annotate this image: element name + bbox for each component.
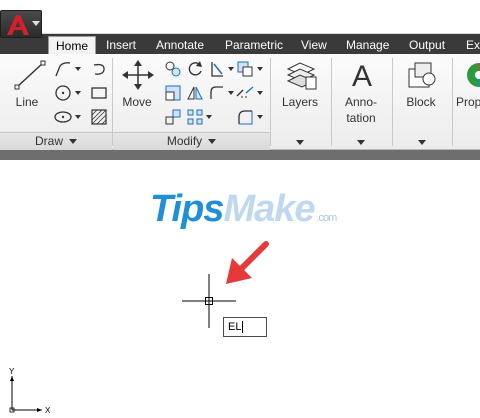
svg-text:A: A bbox=[352, 60, 372, 91]
fillet-button[interactable] bbox=[206, 82, 226, 102]
stretch-icon bbox=[165, 85, 181, 101]
chevron-down-icon[interactable] bbox=[75, 115, 81, 119]
copy-button[interactable] bbox=[162, 58, 182, 78]
rotate-button[interactable] bbox=[184, 58, 204, 78]
scale-button[interactable] bbox=[162, 106, 182, 126]
chevron-down-icon bbox=[69, 139, 77, 145]
tab-parametric[interactable]: Parametric bbox=[225, 36, 283, 54]
trim-button[interactable] bbox=[206, 58, 226, 78]
chevron-down-icon[interactable] bbox=[75, 91, 81, 95]
tab-home[interactable]: Home bbox=[48, 36, 97, 55]
chevron-down-icon[interactable] bbox=[257, 115, 263, 119]
move-tool-button[interactable] bbox=[120, 58, 154, 90]
scale-icon bbox=[165, 109, 181, 125]
chevron-down-icon[interactable] bbox=[296, 140, 304, 145]
chevron-down-icon[interactable] bbox=[75, 67, 81, 71]
explode-button[interactable] bbox=[234, 58, 254, 78]
polyline-icon bbox=[55, 62, 71, 77]
break-icon bbox=[236, 86, 254, 98]
text-a-icon: A bbox=[352, 60, 372, 91]
rectangle-icon bbox=[91, 87, 107, 99]
block-label: Block bbox=[406, 95, 436, 109]
ellipse-button[interactable] bbox=[52, 106, 72, 126]
block-button[interactable] bbox=[404, 58, 438, 90]
arc-button[interactable] bbox=[88, 58, 108, 78]
drawing-canvas[interactable]: TipsMake .com EL Y X bbox=[0, 160, 480, 418]
chevron-down-icon bbox=[32, 21, 40, 26]
circle-icon bbox=[55, 85, 71, 101]
chevron-down-icon[interactable] bbox=[257, 67, 263, 71]
block-icon bbox=[408, 62, 436, 88]
tab-annotate[interactable]: Annotate bbox=[156, 36, 204, 54]
tipsmake-watermark: TipsMake .com bbox=[150, 188, 337, 230]
tab-express[interactable]: Ex bbox=[466, 36, 480, 54]
line-tool-button[interactable] bbox=[12, 58, 46, 90]
rotate-icon bbox=[188, 61, 202, 76]
trim-icon bbox=[211, 62, 223, 77]
break-button[interactable] bbox=[234, 82, 254, 102]
line-icon bbox=[14, 60, 46, 90]
tab-view[interactable]: View bbox=[301, 36, 327, 54]
ribbon-panel-area: Line Draw Move Modify Layers A Anno- tat… bbox=[0, 54, 480, 150]
chevron-down-icon bbox=[208, 139, 217, 145]
move-tool-label: Move bbox=[122, 95, 152, 109]
ucs-x-label: X bbox=[45, 406, 51, 415]
annotation-label-line1: Anno- bbox=[344, 95, 378, 109]
properties-button[interactable] bbox=[462, 58, 480, 90]
hatch-icon bbox=[91, 109, 107, 125]
ribbon-tab-bar: Home Insert Annotate Parametric View Man… bbox=[0, 34, 480, 55]
annotation-label-line2: tation bbox=[346, 111, 376, 125]
application-menu-button[interactable] bbox=[0, 10, 42, 38]
ellipse-icon bbox=[54, 111, 72, 123]
array-icon bbox=[187, 109, 203, 125]
array-button[interactable] bbox=[184, 106, 204, 126]
blend-curve-icon bbox=[238, 110, 253, 125]
chevron-down-icon[interactable] bbox=[257, 91, 263, 95]
layers-icon bbox=[286, 62, 317, 90]
text-cursor bbox=[242, 321, 244, 334]
fillet-icon bbox=[210, 86, 223, 99]
explode-icon bbox=[237, 61, 253, 77]
chevron-down-icon[interactable] bbox=[206, 115, 212, 119]
panel-divider bbox=[270, 58, 271, 146]
layers-button[interactable] bbox=[283, 58, 317, 90]
ribbon-bottom-strip bbox=[0, 150, 480, 160]
title-bar bbox=[0, 0, 480, 34]
color-wheel-icon bbox=[467, 63, 480, 87]
ucs-y-label: Y bbox=[9, 367, 15, 376]
stretch-button[interactable] bbox=[162, 82, 182, 102]
panel-divider bbox=[392, 58, 393, 146]
tab-insert[interactable]: Insert bbox=[106, 36, 136, 54]
panel-divider bbox=[452, 58, 453, 146]
modify-panel-title[interactable]: Modify bbox=[113, 132, 270, 150]
move-arrows-icon bbox=[122, 60, 154, 90]
autocad-logo-icon bbox=[7, 15, 29, 35]
annotation-button[interactable]: A bbox=[345, 58, 377, 91]
polyline-button[interactable] bbox=[52, 58, 72, 78]
panel-divider bbox=[331, 58, 332, 146]
draw-panel-title[interactable]: Draw bbox=[0, 132, 112, 150]
chevron-down-icon[interactable] bbox=[357, 140, 365, 145]
tab-manage[interactable]: Manage bbox=[346, 36, 389, 54]
mirror-button[interactable] bbox=[184, 82, 204, 102]
circle-button[interactable] bbox=[52, 82, 72, 102]
chevron-down-icon[interactable] bbox=[418, 140, 426, 145]
line-tool-label: Line bbox=[15, 95, 39, 109]
properties-label: Prop bbox=[456, 95, 480, 109]
arc-icon bbox=[93, 63, 105, 75]
layers-label: Layers bbox=[281, 95, 319, 109]
mirror-icon bbox=[187, 86, 203, 100]
tab-output[interactable]: Output bbox=[409, 36, 445, 54]
hatch-button[interactable] bbox=[88, 106, 108, 126]
copy-icon bbox=[165, 61, 181, 77]
dynamic-command-input[interactable]: EL bbox=[223, 317, 267, 337]
blend-button[interactable] bbox=[234, 106, 254, 126]
rectangle-button[interactable] bbox=[88, 82, 108, 102]
